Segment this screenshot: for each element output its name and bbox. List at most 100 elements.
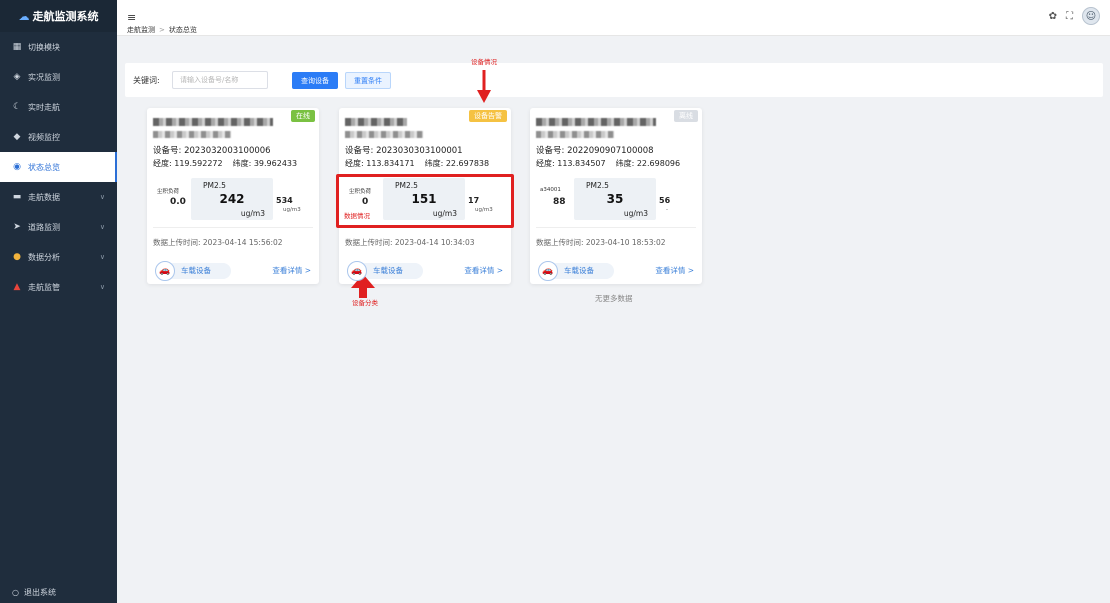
search-input[interactable]: 请输入设备号/名称 bbox=[172, 71, 268, 89]
card-footer: 车载设备 🚗 查看详情 > bbox=[153, 260, 313, 282]
chevron-down-icon: ∨ bbox=[99, 253, 105, 261]
latitude: 纬度: 22.697838 bbox=[424, 159, 490, 168]
sidebar-item-live-monitor[interactable]: ◈ 实况监测 bbox=[0, 62, 117, 92]
upload-time: 数据上传时间: 2023-04-14 10:34:03 bbox=[345, 238, 475, 247]
avatar[interactable]: ☺ bbox=[1082, 7, 1100, 25]
sidebar-item-label: 走航数据 bbox=[28, 192, 60, 202]
sidebar-item-overview[interactable]: ◉ 状态总览 bbox=[0, 152, 117, 182]
longitude: 经度: 113.834507 bbox=[536, 159, 606, 168]
view-details-link[interactable]: 查看详情 > bbox=[464, 265, 503, 276]
car-icon: 🚗 bbox=[538, 261, 558, 281]
data-icon: ▬ bbox=[12, 192, 22, 202]
divider bbox=[536, 227, 696, 228]
coordinates: 经度: 113.834171 纬度: 22.697838 bbox=[345, 158, 489, 169]
pm25-metric: PM2.5 35 ug/m3 bbox=[574, 178, 656, 220]
longitude: 经度: 119.592272 bbox=[153, 159, 223, 168]
sidebar-item-realtime-patrol[interactable]: ☾ 实时走航 bbox=[0, 92, 117, 122]
sidebar-item-analysis[interactable]: ● 数据分析 ∨ bbox=[0, 242, 117, 272]
moon-icon: ☾ bbox=[12, 102, 22, 112]
pm25-value: 242 bbox=[219, 192, 245, 206]
view-details-link[interactable]: 查看详情 > bbox=[655, 265, 694, 276]
upload-time: 数据上传时间: 2023-04-14 15:56:02 bbox=[153, 238, 283, 247]
pm25-value: 35 bbox=[606, 192, 624, 206]
chevron-down-icon: ∨ bbox=[99, 283, 105, 291]
analysis-icon: ● bbox=[13, 252, 21, 262]
top-icons: ✿ ⛶ ☺ bbox=[1049, 7, 1100, 25]
camera-icon: ◆ bbox=[13, 132, 21, 142]
view-details-link[interactable]: 查看详情 > bbox=[272, 265, 311, 276]
right-metric-value: 56 bbox=[659, 196, 671, 205]
chevron-down-icon: ∨ bbox=[99, 193, 105, 201]
sidebar-item-supervision[interactable]: ▲ 走航监管 ∨ bbox=[0, 272, 117, 302]
device-number: 设备号: 2023032003100006 bbox=[153, 146, 271, 156]
sidebar-item-road-monitor[interactable]: ➤ 道路监测 ∨ bbox=[0, 212, 117, 242]
logout-label: 退出系统 bbox=[23, 587, 56, 597]
left-metric-value: 0.0 bbox=[170, 197, 186, 207]
sidebar-item-label: 切换模块 bbox=[28, 42, 60, 52]
sidebar: ☁ 走航监测系统 ▦ 切换模块 ◈ 实况监测 ☾ 实时走航 ◆ 视频监控 ◉ 状… bbox=[0, 0, 117, 603]
reset-conditions-button[interactable]: 重置条件 bbox=[345, 72, 391, 89]
card-footer: 车载设备 🚗 查看详情 > bbox=[536, 260, 696, 282]
device-name-blurred bbox=[536, 118, 656, 126]
sidebar-item-label: 实时走航 bbox=[28, 102, 60, 112]
device-card[interactable]: 离线 设备号: 2022090907100008 经度: 113.834507 纬… bbox=[530, 108, 702, 284]
device-name-blurred bbox=[345, 118, 407, 126]
topbar: ≡ 走航监测 > 状态总览 ✿ ⛶ ☺ bbox=[117, 0, 1110, 36]
car-icon: 🚗 bbox=[347, 261, 367, 281]
status-badge: 在线 bbox=[291, 110, 315, 122]
metrics-panel: a34001 88 PM2.5 35 ug/m3 56 - bbox=[536, 178, 696, 220]
fullscreen-icon[interactable]: ⛶ bbox=[1066, 11, 1073, 22]
chevron-down-icon: ∨ bbox=[99, 223, 105, 231]
sidebar-item-label: 走航监管 bbox=[28, 282, 60, 292]
logout-button[interactable]: ○ 退出系统 bbox=[0, 581, 117, 603]
pm25-label: PM2.5 bbox=[586, 181, 609, 190]
annotation-device-category: 设备分类 bbox=[352, 299, 378, 307]
sidebar-item-label: 道路监测 bbox=[28, 222, 60, 232]
left-metric-label: 尘积负荷 bbox=[157, 189, 180, 195]
device-number: 设备号: 2022090907100008 bbox=[536, 146, 654, 156]
breadcrumb: 走航监测 > 状态总览 bbox=[127, 26, 197, 34]
eye-icon: ◈ bbox=[13, 72, 21, 82]
device-address-blurred bbox=[345, 131, 423, 138]
upload-time: 数据上传时间: 2023-04-10 18:53:02 bbox=[536, 238, 666, 247]
grid-icon: ▦ bbox=[12, 42, 22, 52]
right-metric-value: 534 bbox=[276, 196, 293, 205]
device-number: 设备号: 2023030303100001 bbox=[345, 146, 463, 156]
latitude: 纬度: 22.698096 bbox=[615, 159, 681, 168]
sidebar-item-video[interactable]: ◆ 视频监控 bbox=[0, 122, 117, 152]
sidebar-item-label: 视频监控 bbox=[28, 132, 60, 142]
metrics-panel: 尘积负荷 0.0 PM2.5 242 ug/m3 534 ug/m3 bbox=[153, 178, 313, 220]
keyword-label: 关键词: bbox=[133, 76, 160, 85]
theme-icon[interactable]: ✿ bbox=[1049, 11, 1057, 22]
coordinates: 经度: 113.834507 纬度: 22.698096 bbox=[536, 158, 680, 169]
menu-toggle-icon[interactable]: ≡ bbox=[127, 11, 136, 24]
cloud-car-icon: ☁ bbox=[18, 9, 30, 23]
status-badge: 设备告警 bbox=[469, 110, 507, 122]
sidebar-item-label: 数据分析 bbox=[28, 252, 60, 262]
divider bbox=[153, 227, 313, 228]
warning-icon: ▲ bbox=[13, 282, 21, 292]
right-metric-unit: - bbox=[666, 207, 668, 213]
sidebar-item-label: 实况监测 bbox=[28, 72, 60, 82]
device-card[interactable]: 在线 设备号: 2023032003100006 经度: 119.592272 纬… bbox=[147, 108, 319, 284]
app-logo: ☁ 走航监测系统 bbox=[0, 0, 117, 32]
latitude: 纬度: 39.962433 bbox=[232, 159, 298, 168]
pm25-label: PM2.5 bbox=[203, 181, 226, 190]
breadcrumb-item[interactable]: 走航监测 bbox=[127, 26, 155, 34]
sidebar-item-patrol-data[interactable]: ▬ 走航数据 ∨ bbox=[0, 182, 117, 212]
pm25-unit: ug/m3 bbox=[623, 209, 648, 218]
coordinates: 经度: 119.592272 纬度: 39.962433 bbox=[153, 158, 297, 169]
annotation-device-status: 设备情况 bbox=[471, 58, 497, 66]
road-icon: ➤ bbox=[13, 222, 21, 232]
sidebar-item-label: 状态总览 bbox=[28, 162, 60, 172]
car-icon: 🚗 bbox=[155, 261, 175, 281]
right-metric-unit: ug/m3 bbox=[283, 207, 301, 213]
query-device-button[interactable]: 查询设备 bbox=[292, 72, 338, 89]
pm25-unit: ug/m3 bbox=[240, 209, 265, 218]
annotation-arrow-down bbox=[477, 70, 491, 103]
app-title: 走航监测系统 bbox=[32, 10, 99, 23]
device-address-blurred bbox=[536, 131, 614, 138]
longitude: 经度: 113.834171 bbox=[345, 159, 415, 168]
sidebar-item-switch-module[interactable]: ▦ 切换模块 bbox=[0, 32, 117, 62]
status-badge: 离线 bbox=[674, 110, 698, 122]
